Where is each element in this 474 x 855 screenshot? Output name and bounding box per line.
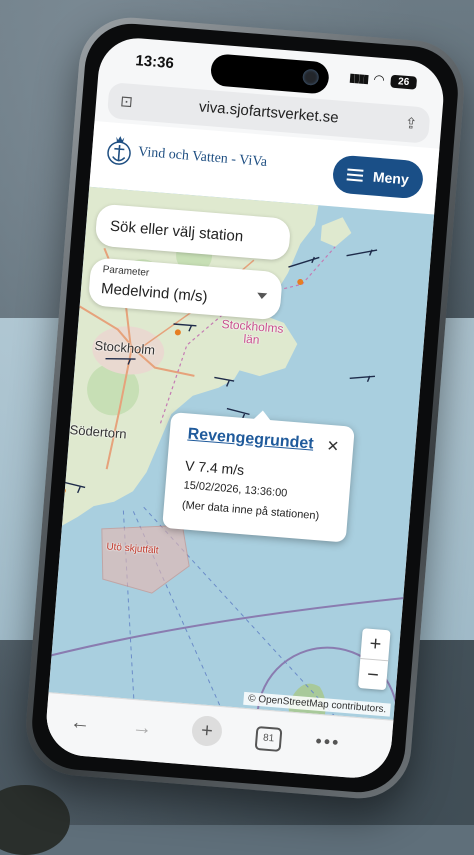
dynamic-island [209,53,330,95]
forward-arrow-icon[interactable]: → [131,716,153,741]
more-options-icon[interactable]: ••• [315,731,341,754]
brand-title: Vind och Vatten - ViVa [137,144,268,170]
new-tab-icon[interactable]: + [190,714,224,748]
phone-frame: 13:36 ▮▮▮▮ ◠ 26 ⊡ viva.sjofartsverket.se… [22,13,468,803]
back-arrow-icon[interactable]: ← [69,711,91,736]
zoom-in-button[interactable]: + [360,628,390,660]
map-view[interactable]: Stockholm Stockholms län Södertorn Utö s… [48,186,435,721]
battery-icon: 26 [390,74,418,90]
signal-icon: ▮▮▮▮ [348,70,369,86]
parameter-label: Parameter [102,264,150,279]
land-island-east [320,217,352,247]
hamburger-icon [346,168,364,182]
more-data-note: (Mer data inne på stationen) [181,499,320,523]
phone-screen: 13:36 ▮▮▮▮ ◠ 26 ⊡ viva.sjofartsverket.se… [43,35,447,781]
phone-bezel: 13:36 ▮▮▮▮ ◠ 26 ⊡ viva.sjofartsverket.se… [28,20,462,796]
zoom-control: + − [357,628,391,692]
caret-down-icon [256,292,268,300]
status-time: 13:36 [134,52,175,73]
wind-reading: V 7.4 m/s [184,457,245,479]
uto-firing-zone [101,524,190,594]
parameter-value: Medelvind (m/s) [100,280,209,306]
reading-timestamp: 15/02/2026, 13:36:00 [183,479,288,500]
anchor-logo-icon[interactable] [105,130,134,170]
status-indicators: ▮▮▮▮ ◠ 26 [348,69,418,90]
close-icon[interactable]: ✕ [326,437,340,456]
zoom-out-button[interactable]: − [357,658,389,692]
camera-icon [302,68,320,86]
station-link[interactable]: Revengegrundet [187,426,314,454]
menu-button-label: Meny [372,168,410,188]
wifi-icon: ◠ [372,71,386,88]
menu-button[interactable]: Meny [331,154,425,200]
station-popup: Revengegrundet ✕ V 7.4 m/s 15/02/2026, 1… [162,412,355,543]
tab-count-button[interactable]: 81 [254,725,283,752]
share-icon[interactable]: ⇪ [404,114,418,133]
